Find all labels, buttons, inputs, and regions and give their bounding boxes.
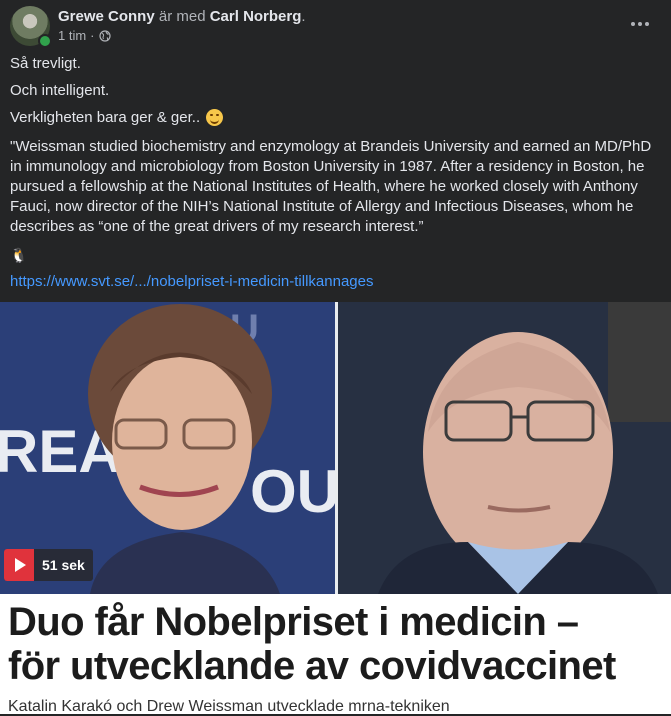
post-time[interactable]: 1 tim — [58, 28, 86, 44]
headline: Duo får Nobelpriset i medicin – för utve… — [8, 600, 668, 688]
tagged-person[interactable]: Carl Norberg — [210, 8, 302, 25]
subheadline: Katalin Karakó och Drew Weissman utveckl… — [8, 698, 450, 715]
video-badge[interactable]: 51 sek — [4, 549, 93, 581]
article-link[interactable]: https://www.svt.se/.../nobelpriset-i-med… — [10, 272, 660, 292]
online-status-indicator — [38, 34, 52, 48]
more-dot — [645, 22, 649, 26]
more-dot — [631, 22, 635, 26]
headline-area[interactable]: Duo får Nobelpriset i medicin – för utve… — [0, 594, 671, 715]
author-line: Grewe Conny är med Carl Norberg. — [58, 8, 306, 26]
post-text-line: Verkligheten bara ger & ger.. — [10, 108, 660, 128]
post-meta: 1 tim · — [58, 28, 111, 44]
period: . — [301, 8, 306, 25]
photo-karako: ROU REA OU 51 sek — [0, 302, 335, 594]
svg-text:OU: OU — [250, 458, 335, 525]
author-name[interactable]: Grewe Conny — [58, 8, 155, 25]
meta-separator: · — [90, 28, 95, 43]
post-text-line3: Verkligheten bara ger & ger.. — [10, 109, 201, 126]
video-duration: 51 sek — [42, 557, 85, 573]
post-text-line: Och intelligent. — [10, 82, 110, 99]
more-options-button[interactable] — [624, 8, 656, 40]
penguin-emoji-icon: 🐧 — [10, 247, 28, 263]
post-header: Grewe Conny är med Carl Norberg. 1 tim · — [0, 0, 671, 50]
post-body: Så trevligt. Och intelligent. Verklighet… — [10, 54, 660, 292]
link-preview[interactable]: ROU REA OU 51 sek — [0, 302, 671, 715]
smiling-face-icon — [206, 109, 224, 126]
photo-weissman — [338, 302, 671, 594]
globe-icon — [98, 30, 111, 42]
with-text: är med — [158, 8, 206, 25]
play-icon — [4, 549, 34, 581]
headline-line: Duo får Nobelpriset i medicin – — [8, 600, 579, 644]
post-text-line: Så trevligt. — [10, 55, 81, 72]
more-dot — [638, 22, 642, 26]
headline-line: för utvecklande av covidvaccinet — [8, 644, 616, 688]
quoted-text: "Weissman studied biochemistry and enzym… — [10, 138, 652, 235]
